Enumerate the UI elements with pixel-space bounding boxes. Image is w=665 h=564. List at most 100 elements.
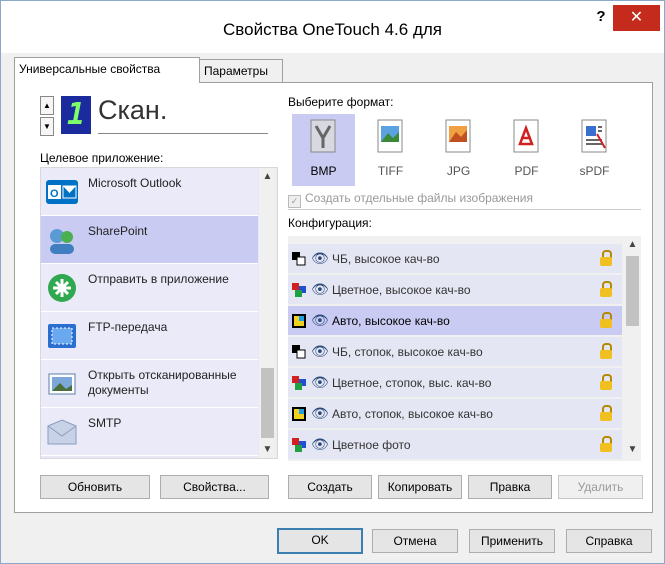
scroll-thumb[interactable] bbox=[626, 256, 639, 326]
create-button[interactable]: Создать bbox=[288, 475, 372, 499]
color-icon bbox=[292, 283, 306, 297]
tiff-icon bbox=[377, 119, 403, 153]
config-item[interactable]: 👁 Цветное, высокое кач-во bbox=[288, 275, 622, 304]
config-label: Цветное фото bbox=[332, 438, 411, 452]
eye-icon: 👁 bbox=[311, 281, 329, 297]
config-label: Авто, высокое кач-во bbox=[332, 314, 450, 328]
config-item[interactable]: 👁 Авто, стопок, высокое кач-во bbox=[288, 399, 622, 428]
scroll-up-icon[interactable]: ▲ bbox=[624, 236, 641, 253]
scan-name: Скан. bbox=[98, 95, 268, 134]
tab-panel: ▲ ▼ 1 Скан. Целевое приложение: O Micros… bbox=[14, 82, 653, 513]
app-properties-button[interactable]: Свойства... bbox=[160, 475, 269, 499]
bw-icon bbox=[292, 345, 306, 359]
list-item[interactable]: Открыть отсканированные документы bbox=[41, 360, 258, 408]
bmp-icon bbox=[310, 119, 336, 153]
list-item-label: FTP-передача bbox=[88, 320, 168, 334]
separate-files-label: Создать отдельные файлы изображения bbox=[305, 191, 533, 205]
window-title: Свойства OneTouch 4.6 для bbox=[223, 20, 442, 39]
scroll-up-icon[interactable]: ▲ bbox=[259, 168, 276, 185]
configuration-scrollbar[interactable]: ▲ ▼ bbox=[624, 236, 641, 461]
format-jpg[interactable]: JPG bbox=[427, 114, 490, 186]
separate-files-checkbox[interactable]: ✓ Создать отдельные файлы изображения bbox=[288, 191, 533, 208]
help-button[interactable]: Справка bbox=[566, 529, 652, 553]
open-docs-icon bbox=[48, 373, 76, 395]
format-label-spdf: sPDF bbox=[579, 164, 610, 178]
cancel-button[interactable]: Отмена bbox=[372, 529, 458, 553]
title-bar: Свойства OneTouch 4.6 для ? ✕ bbox=[1, 1, 664, 53]
config-label: Цветное, стопок, выс. кач-во bbox=[332, 376, 492, 390]
config-item[interactable]: 👁 Авто, высокое кач-во bbox=[288, 306, 622, 335]
format-bmp[interactable]: BMP bbox=[292, 114, 355, 186]
refresh-button[interactable]: Обновить bbox=[40, 475, 150, 499]
edit-button[interactable]: Правка bbox=[468, 475, 552, 499]
configuration-list[interactable]: 👁 ЧБ, высокое кач-во 👁 Цветное, высокое … bbox=[288, 236, 641, 461]
ok-button[interactable]: OK bbox=[277, 528, 363, 554]
bw-icon bbox=[292, 252, 306, 266]
config-item[interactable]: 👁 Цветное фото bbox=[288, 430, 622, 459]
copy-button[interactable]: Копировать bbox=[378, 475, 462, 499]
list-item[interactable]: SharePoint bbox=[41, 216, 258, 264]
apply-button[interactable]: Применить bbox=[469, 529, 555, 553]
outlook-icon: O bbox=[46, 180, 78, 204]
lock-icon bbox=[600, 250, 612, 266]
scroll-down-icon[interactable]: ▼ bbox=[624, 441, 641, 458]
lock-icon bbox=[600, 343, 612, 359]
close-button[interactable]: ✕ bbox=[613, 5, 660, 31]
tab-universal[interactable]: Универсальные свойства bbox=[14, 57, 200, 83]
scan-spinner[interactable]: ▲ ▼ bbox=[40, 96, 54, 136]
config-item[interactable]: 👁 ЧБ, высокое кач-во bbox=[288, 244, 622, 273]
destination-label: Целевое приложение: bbox=[40, 151, 164, 165]
scroll-down-icon[interactable]: ▼ bbox=[259, 441, 276, 458]
format-spdf[interactable]: sPDF bbox=[563, 114, 626, 186]
auto-icon bbox=[292, 314, 306, 328]
config-item[interactable]: 👁 Цветное, стопок, выс. кач-во bbox=[288, 368, 622, 397]
spdf-icon bbox=[581, 119, 607, 153]
eye-icon: 👁 bbox=[311, 312, 329, 328]
config-label: ЧБ, высокое кач-во bbox=[332, 252, 440, 266]
eye-icon: 👁 bbox=[311, 374, 329, 390]
divider bbox=[288, 209, 641, 210]
list-item-label: Отправить в приложение bbox=[88, 272, 229, 286]
list-item[interactable]: SMTP bbox=[41, 408, 258, 456]
config-label: ЧБ, стопок, высокое кач-во bbox=[332, 345, 483, 359]
auto-icon bbox=[292, 407, 306, 421]
list-item[interactable]: O Microsoft Outlook bbox=[41, 168, 258, 216]
smtp-icon bbox=[47, 419, 77, 445]
lock-icon bbox=[600, 281, 612, 297]
list-item[interactable]: FTP-передача bbox=[41, 312, 258, 360]
eye-icon: 👁 bbox=[311, 250, 329, 266]
checkbox-check-icon: ✓ bbox=[288, 195, 301, 208]
color-icon bbox=[292, 438, 306, 452]
format-label-jpg: JPG bbox=[446, 164, 471, 178]
eye-icon: 👁 bbox=[311, 405, 329, 421]
config-item[interactable]: 👁 ЧБ, стопок, высокое кач-во bbox=[288, 337, 622, 366]
pdf-icon bbox=[513, 119, 539, 153]
lock-icon bbox=[600, 312, 612, 328]
svg-text:O: O bbox=[50, 188, 59, 200]
destination-list[interactable]: O Microsoft Outlook SharePoint Отправить… bbox=[40, 167, 278, 459]
scan-digit: 1 bbox=[61, 96, 91, 134]
lock-icon bbox=[600, 436, 612, 452]
tab-parameters[interactable]: Параметры bbox=[199, 59, 283, 82]
help-icon[interactable]: ? bbox=[592, 8, 610, 28]
lock-icon bbox=[600, 405, 612, 421]
lock-icon bbox=[600, 374, 612, 390]
delete-button[interactable]: Удалить bbox=[558, 475, 643, 499]
scroll-thumb[interactable] bbox=[261, 368, 274, 438]
list-item-label: Открыть отсканированные документы bbox=[88, 368, 237, 397]
spinner-down-icon[interactable]: ▼ bbox=[40, 117, 54, 136]
list-item[interactable]: Отправить в приложение bbox=[41, 264, 258, 312]
send-app-icon bbox=[48, 274, 76, 302]
spinner-up-icon[interactable]: ▲ bbox=[40, 96, 54, 115]
format-tiff[interactable]: TIFF bbox=[359, 114, 422, 186]
eye-icon: 👁 bbox=[311, 436, 329, 452]
format-label: Выберите формат: bbox=[288, 95, 394, 109]
sharepoint-icon bbox=[50, 229, 74, 254]
properties-window: Свойства OneTouch 4.6 для ? ✕ Универсаль… bbox=[0, 0, 665, 564]
color-icon bbox=[292, 376, 306, 390]
config-label: Авто, стопок, высокое кач-во bbox=[332, 407, 493, 421]
list-item-label: Microsoft Outlook bbox=[88, 176, 182, 190]
destination-scrollbar[interactable]: ▲ ▼ bbox=[259, 168, 276, 458]
format-pdf[interactable]: PDF bbox=[495, 114, 558, 186]
configuration-label: Конфигурация: bbox=[288, 216, 372, 230]
